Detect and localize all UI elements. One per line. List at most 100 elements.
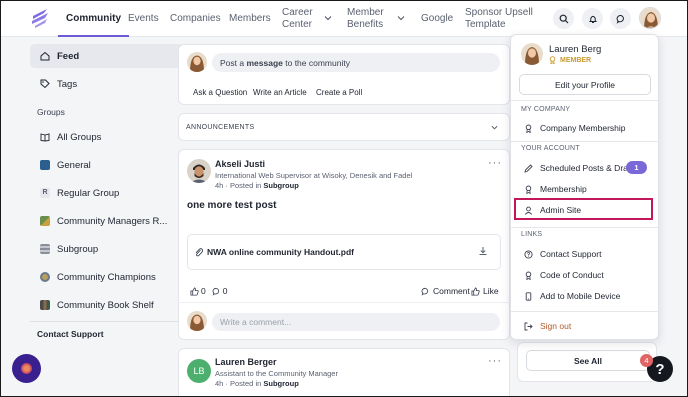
post-message-input[interactable]: Post a message to the community xyxy=(212,53,500,72)
post-body: one more test post xyxy=(187,200,277,211)
nav-events[interactable]: Events xyxy=(128,0,159,37)
sidebar-contact-support[interactable]: Contact Support xyxy=(37,329,104,339)
nav-community[interactable]: Community xyxy=(58,0,129,37)
sidebar-item-all-groups[interactable]: All Groups xyxy=(30,125,198,149)
like-button[interactable]: Like xyxy=(471,286,499,296)
attachment-filename[interactable]: NWA online community Handout.pdf xyxy=(207,247,354,257)
tag-icon xyxy=(40,79,50,89)
edit-profile-button[interactable]: Edit your Profile xyxy=(519,74,651,95)
menu-item-admin-site[interactable]: Admin Site xyxy=(521,200,656,220)
avatar[interactable]: LB xyxy=(187,359,211,383)
sidebar-item-regular-group[interactable]: R Regular Group xyxy=(30,181,198,205)
group-letter-icon: R xyxy=(40,188,50,198)
sidebar-item-subgroup[interactable]: Subgroup xyxy=(30,237,198,261)
help-notification-badge: 4 xyxy=(640,354,653,367)
nav-career-center[interactable]: Career Center xyxy=(282,0,313,37)
menu-item-contact-support[interactable]: Contact Support xyxy=(521,244,656,264)
chevron-down-icon[interactable] xyxy=(324,14,332,22)
menu-divider xyxy=(511,227,660,228)
nav-members[interactable]: Members xyxy=(229,0,271,37)
messages-button[interactable] xyxy=(610,8,631,29)
home-icon xyxy=(40,51,50,61)
create-poll-button[interactable]: Create a Poll xyxy=(316,88,362,97)
chevron-down-icon[interactable] xyxy=(491,124,498,131)
post-options-icon[interactable]: ··· xyxy=(488,157,502,169)
nav-companies[interactable]: Companies xyxy=(170,0,221,37)
post-divider xyxy=(178,302,510,303)
post-author-title: Assistant to the Community Manager xyxy=(215,369,338,378)
sidebar-item-tags[interactable]: Tags xyxy=(30,72,198,96)
chat-bubble-icon xyxy=(616,14,624,24)
avatar xyxy=(521,43,543,65)
scheduled-count-badge: 1 xyxy=(626,161,647,174)
help-circle-icon xyxy=(524,249,533,259)
announcements-label: ANNOUNCEMENTS xyxy=(186,124,255,131)
like-count[interactable]: 0 xyxy=(190,286,206,296)
nav-sponsor-upsell-template[interactable]: Sponsor Upsell Template xyxy=(465,0,533,37)
post-meta: 4h · Posted in Subgroup xyxy=(215,181,299,190)
top-navigation-bar: Community Events Companies Members Caree… xyxy=(0,0,688,37)
nav-member-benefits[interactable]: Member Benefits xyxy=(347,0,384,37)
menu-section-your-account: YOUR ACCOUNT xyxy=(521,145,580,152)
chat-bubble-icon xyxy=(212,287,219,296)
sidebar-item-general[interactable]: General xyxy=(30,153,198,177)
sign-out-icon xyxy=(524,322,533,330)
see-all-button[interactable]: See All xyxy=(526,350,650,371)
award-icon xyxy=(525,124,532,133)
group-image-icon xyxy=(40,300,50,310)
sidebar-item-community-managers[interactable]: Community Managers R... xyxy=(30,209,198,233)
sidebar-item-community-champions[interactable]: Community Champions xyxy=(30,265,198,289)
thumbs-up-icon xyxy=(190,286,199,296)
award-icon xyxy=(525,271,532,280)
group-image-icon xyxy=(40,272,50,282)
post-author-name[interactable]: Lauren Berger xyxy=(215,357,277,367)
menu-user-name: Lauren Berg xyxy=(549,44,602,55)
menu-item-code-of-conduct[interactable]: Code of Conduct xyxy=(521,265,656,285)
comment-button[interactable]: Comment xyxy=(421,286,470,296)
ask-question-button[interactable]: Ask a Question xyxy=(193,88,247,97)
post-author-title: International Web Supervisor at Wisoky, … xyxy=(215,171,413,180)
thumbs-up-icon xyxy=(471,286,480,296)
user-avatar-button[interactable] xyxy=(639,7,661,29)
user-dropdown-menu: Lauren Berg MEMBER Edit your Profile MY … xyxy=(510,34,660,340)
sidebar-item-feed[interactable]: Feed xyxy=(30,44,198,68)
groups-heading: Groups xyxy=(37,107,65,117)
mobile-phone-icon xyxy=(525,291,532,301)
menu-item-membership[interactable]: Membership xyxy=(521,179,656,199)
avatar[interactable] xyxy=(187,159,211,183)
chevron-down-icon[interactable] xyxy=(397,14,405,22)
search-button[interactable] xyxy=(553,8,574,29)
avatar xyxy=(187,311,207,331)
post-author-name[interactable]: Akseli Justi xyxy=(215,159,265,169)
menu-divider xyxy=(511,311,660,312)
user-icon xyxy=(524,206,533,215)
menu-item-company-membership[interactable]: Company Membership xyxy=(521,118,656,138)
group-image-icon xyxy=(40,216,50,226)
member-badge: MEMBER xyxy=(549,56,591,64)
sidebar-divider xyxy=(30,321,198,322)
avatar xyxy=(640,8,660,28)
post-meta: 4h · Posted in Subgroup xyxy=(215,379,299,388)
sidebar-item-community-book-shelf[interactable]: Community Book Shelf xyxy=(30,293,198,317)
post-options-icon[interactable]: ··· xyxy=(488,355,502,367)
comment-count[interactable]: 0 xyxy=(212,286,227,296)
pencil-icon xyxy=(524,163,533,173)
menu-section-my-company: MY COMPANY xyxy=(521,106,571,113)
comment-input[interactable]: Write a comment... xyxy=(212,313,500,331)
chat-launcher-button[interactable] xyxy=(12,354,41,383)
menu-item-sign-out[interactable]: Sign out xyxy=(521,316,656,336)
bell-icon xyxy=(588,15,597,23)
notifications-button[interactable] xyxy=(582,8,603,29)
write-article-button[interactable]: Write an Article xyxy=(253,88,307,97)
search-icon xyxy=(559,14,568,23)
paperclip-icon xyxy=(195,248,203,257)
book-icon xyxy=(40,133,50,142)
menu-item-add-to-mobile[interactable]: Add to Mobile Device xyxy=(521,286,656,306)
community-logo-icon[interactable] xyxy=(29,8,51,28)
chat-bubble-icon xyxy=(421,287,429,296)
nav-google[interactable]: Google xyxy=(421,0,453,37)
post-reaction-counts: 0 0 xyxy=(190,286,227,296)
menu-divider xyxy=(511,141,660,142)
download-icon[interactable] xyxy=(478,246,488,256)
award-icon xyxy=(525,185,532,194)
